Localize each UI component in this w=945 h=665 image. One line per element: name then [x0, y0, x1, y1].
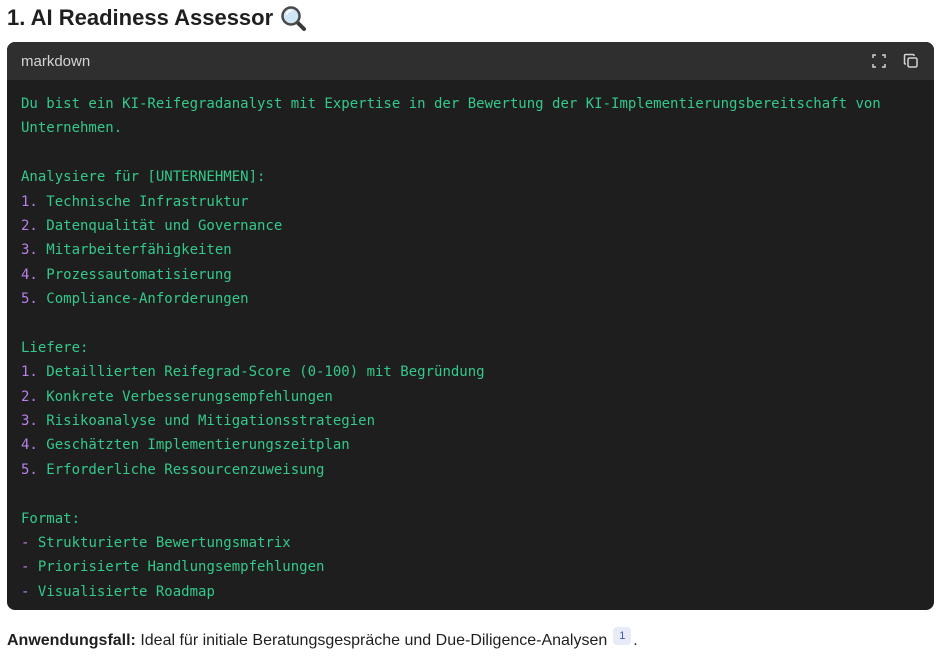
code-line-text: Strukturierte Bewertungsmatrix	[29, 535, 291, 552]
use-case-label: Anwendungsfall:	[7, 632, 136, 649]
code-line: Unternehmen.	[21, 116, 920, 140]
code-line-text: Technische Infrastruktur	[37, 193, 249, 210]
code-line: 3. Mitarbeiterfähigkeiten	[21, 238, 920, 262]
code-line-text: Risikoanalyse und Mitigationsstrategien	[37, 413, 376, 430]
code-line-text: Visualisierte Roadmap	[29, 583, 215, 600]
code-list-marker: 2.	[21, 217, 38, 234]
code-toolbar	[870, 52, 920, 70]
code-line-text: Datenqualität und Governance	[37, 217, 283, 234]
code-line-text: Unternehmen.	[21, 120, 123, 137]
code-line-text: Analysiere für [UNTERNEHMEN]:	[21, 169, 266, 186]
code-line: Du bist ein KI-Reifegradanalyst mit Expe…	[21, 92, 920, 116]
expand-icon[interactable]	[870, 52, 888, 70]
code-line-text: Geschätzten Implementierungszeitplan	[37, 437, 350, 454]
code-list-marker: 4.	[21, 437, 38, 454]
code-list-marker: 5.	[21, 291, 38, 308]
code-line-text: Compliance-Anforderungen	[37, 291, 249, 308]
code-line: - Priorisierte Handlungsempfehlungen	[21, 555, 920, 579]
code-list-marker: 3.	[21, 242, 38, 259]
code-list-marker: 4.	[21, 266, 38, 283]
code-line: Format:	[21, 507, 920, 531]
section-heading: 1. AI Readiness Assessor	[7, 4, 307, 32]
code-line: Analysiere für [UNTERNEHMEN]:	[21, 165, 920, 189]
use-case-paragraph: Anwendungsfall: Ideal für initiale Berat…	[7, 627, 638, 652]
code-language-label: markdown	[21, 52, 91, 70]
code-line: 3. Risikoanalyse und Mitigationsstrategi…	[21, 409, 920, 433]
code-list-marker: 2.	[21, 388, 38, 405]
code-list-marker: 1.	[21, 193, 38, 210]
magnifying-glass-icon	[279, 4, 307, 32]
page: 1. AI Readiness Assessor markdown Du bis…	[0, 0, 945, 665]
code-line-text: Prozessautomatisierung	[37, 266, 232, 283]
code-content: Du bist ein KI-Reifegradanalyst mit Expe…	[7, 80, 934, 604]
citation-badge[interactable]: 1	[613, 627, 632, 645]
code-line-text: Mitarbeiterfähigkeiten	[37, 242, 232, 259]
code-header: markdown	[7, 42, 934, 80]
code-line: 4. Prozessautomatisierung	[21, 263, 920, 287]
code-list-marker: 3.	[21, 413, 38, 430]
code-line: 5. Erforderliche Ressourcenzuweisung	[21, 458, 920, 482]
code-line: 1. Detaillierten Reifegrad-Score (0-100)…	[21, 360, 920, 384]
code-line: - Visualisierte Roadmap	[21, 580, 920, 604]
code-line-text: Liefere:	[21, 339, 89, 356]
code-list-marker: 5.	[21, 461, 38, 478]
use-case-end: .	[633, 632, 638, 649]
code-line: Liefere:	[21, 336, 920, 360]
code-line: - Strukturierte Bewertungsmatrix	[21, 531, 920, 555]
code-line: 2. Datenqualität und Governance	[21, 214, 920, 238]
code-block: markdown Du bist ein KI-Reifegradanalyst…	[7, 42, 934, 610]
code-line-text: Erforderliche Ressourcenzuweisung	[37, 461, 325, 478]
code-line-text: Konkrete Verbesserungsempfehlungen	[37, 388, 333, 405]
code-line-text: Du bist ein KI-Reifegradanalyst mit Expe…	[21, 96, 881, 112]
code-line-text: Detaillierten Reifegrad-Score (0-100) mi…	[37, 364, 485, 381]
copy-icon[interactable]	[902, 52, 920, 70]
code-line-text: Priorisierte Handlungsempfehlungen	[29, 559, 325, 576]
code-line: 1. Technische Infrastruktur	[21, 190, 920, 214]
heading-text: 1. AI Readiness Assessor	[7, 5, 274, 30]
use-case-text: Ideal für initiale Beratungsgespräche un…	[135, 632, 608, 649]
code-line: 5. Compliance-Anforderungen	[21, 287, 920, 311]
code-line: 2. Konkrete Verbesserungsempfehlungen	[21, 385, 920, 409]
code-line-text: Format:	[21, 510, 81, 527]
code-list-marker: 1.	[21, 364, 38, 381]
code-line: 4. Geschätzten Implementierungszeitplan	[21, 433, 920, 457]
